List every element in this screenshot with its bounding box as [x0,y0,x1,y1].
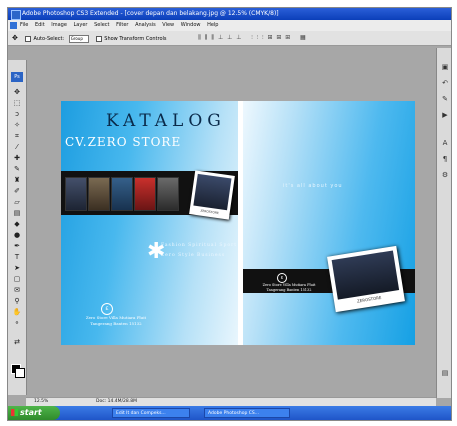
move-tool-icon[interactable]: ✥ [12,88,22,97]
desktop-screen: Adobe Photoshop CS3 Extended - [cover de… [7,7,452,421]
zero-store-logo-icon: ε [101,303,113,315]
polaroid-image [193,173,232,211]
auto-select-checkbox[interactable] [25,35,32,42]
type-tool-icon[interactable]: T [12,253,22,262]
back-polaroid-photo: ZEROSTORE [327,245,405,313]
eyedropper-tool-icon[interactable]: ⚲ [12,297,22,306]
window-title: Adobe Photoshop CS3 Extended - [cover de… [22,10,279,17]
show-transform-checkbox[interactable] [96,35,103,42]
title-bar: Adobe Photoshop CS3 Extended - [cover de… [8,8,451,20]
back-tagline: it's all about you [283,183,343,189]
document-canvas[interactable]: KATALOG CV.ZERO STORE ZEROSTORE ✱ Fashio… [61,101,415,345]
product-photo [157,177,179,211]
front-slogan: Fashion Spiritual Sport Zero Style Busin… [161,243,238,258]
zoom-tool-icon[interactable]: ⚬ [12,319,22,328]
lasso-tool-icon[interactable]: ↄ [12,110,22,119]
windows-taskbar: start Edit It dan Compeks... Adobe Photo… [8,406,451,420]
product-photo [65,177,87,211]
auto-select-dropdown[interactable]: Group [68,34,89,43]
healing-brush-tool-icon[interactable]: ✚ [12,154,22,163]
tool-presets-icon[interactable]: ⚙ [440,170,450,180]
hand-tool-icon[interactable]: ✋ [12,308,22,317]
slice-tool-icon[interactable]: ⁄ [12,143,22,152]
marquee-tool-icon[interactable]: ⬚ [12,99,22,108]
dodge-tool-icon[interactable]: ● [12,231,22,240]
menu-analysis[interactable]: Analysis [135,20,156,31]
front-cover: KATALOG CV.ZERO STORE ZEROSTORE ✱ Fashio… [61,101,238,345]
layers-panel-icon[interactable]: ▤ [440,368,450,378]
photoshop-app-icon [11,10,21,20]
menu-window[interactable]: Window [181,20,201,31]
ps-logo-icon: Ps [11,72,23,82]
align-distribute-icons[interactable]: ⫼ ⫼ ⫼ ⊥ ⊥ ⊥ ⫶ ⫶ ⫶ ⊞ ⊞ ⊞ ▦ [198,31,307,45]
actions-panel-icon[interactable]: ▶ [440,110,450,120]
crop-tool-icon[interactable]: ⌗ [12,132,22,141]
menu-image[interactable]: Image [51,20,67,31]
notes-tool-icon[interactable]: ✉ [12,286,22,295]
background-color-swatch[interactable] [15,368,25,378]
menu-view[interactable]: View [162,20,174,31]
document-size[interactable]: Doc: 14.4M/28.8M [96,398,137,406]
history-brush-tool-icon[interactable]: ✐ [12,187,22,196]
show-transform-label: Show Transform Controls [104,36,167,42]
paragraph-panel-icon[interactable]: ¶ [440,154,450,164]
shape-tool-icon[interactable]: ▢ [12,275,22,284]
menu-file[interactable]: File [20,20,28,31]
front-address: Zero Store Villa Mutiara Pluit Tangerang… [85,315,147,326]
auto-select-label: Auto-Select: [33,36,65,42]
pen-tool-icon[interactable]: ✒ [12,242,22,251]
back-address: Zero Store Villa Mutiara Pluit Tangerang… [262,283,316,292]
ps-menu-icon[interactable] [10,22,17,29]
options-bar: ✥ Auto-Select: Group Show Transform Cont… [8,31,451,46]
history-panel-icon[interactable]: ↶ [440,78,450,88]
front-polaroid-photo: ZEROSTORE [189,170,235,220]
zoom-level[interactable]: 12.5% [34,398,48,406]
polaroid-image [331,250,400,300]
start-button[interactable]: start [8,406,60,420]
status-bar: 12.5% Doc: 14.4M/28.8M [26,397,436,406]
zero-store-logo-icon: ε [277,273,287,283]
brushes-panel-icon[interactable]: ✎ [440,94,450,104]
panel-dock: ▣ ↶ ✎ ▶ A ¶ ⚙ ▤ [436,48,451,398]
menu-layer[interactable]: Layer [74,20,88,31]
product-photo [134,177,156,211]
character-panel-icon[interactable]: A [440,138,450,148]
product-photo [111,177,133,211]
menu-edit[interactable]: Edit [35,20,45,31]
blur-tool-icon[interactable]: ◆ [12,220,22,229]
store-name: CV.ZERO STORE [65,135,182,149]
magic-wand-tool-icon[interactable]: ✧ [12,121,22,130]
windows-logo-icon [11,409,18,416]
swap-colors-icon[interactable]: ⇄ [12,338,22,347]
menu-bar: File Edit Image Layer Select Filter Anal… [8,20,451,31]
clone-stamp-tool-icon[interactable]: ♜ [12,176,22,185]
menu-help[interactable]: Help [207,20,218,31]
move-tool-preset-icon[interactable]: ✥ [12,34,18,42]
back-cover: it's all about you ε Zero Store Villa Mu… [243,101,415,345]
taskbar-item-photoshop[interactable]: Adobe Photoshop CS... [204,408,290,418]
taskbar-item-edit[interactable]: Edit It dan Compeks... [112,408,190,418]
brush-tool-icon[interactable]: ✎ [12,165,22,174]
navigator-panel-icon[interactable]: ▣ [440,62,450,72]
gradient-tool-icon[interactable]: ▤ [12,209,22,218]
menu-filter[interactable]: Filter [116,20,128,31]
product-photo [88,177,110,211]
path-selection-tool-icon[interactable]: ➤ [12,264,22,273]
catalog-heading: KATALOG [106,111,226,131]
tools-panel: Ps ✥ ⬚ ↄ ✧ ⌗ ⁄ ✚ ✎ ♜ ✐ ▱ ▤ ◆ ● ✒ T ➤ ▢ ✉… [8,60,27,395]
menu-select[interactable]: Select [94,20,109,31]
eraser-tool-icon[interactable]: ▱ [12,198,22,207]
